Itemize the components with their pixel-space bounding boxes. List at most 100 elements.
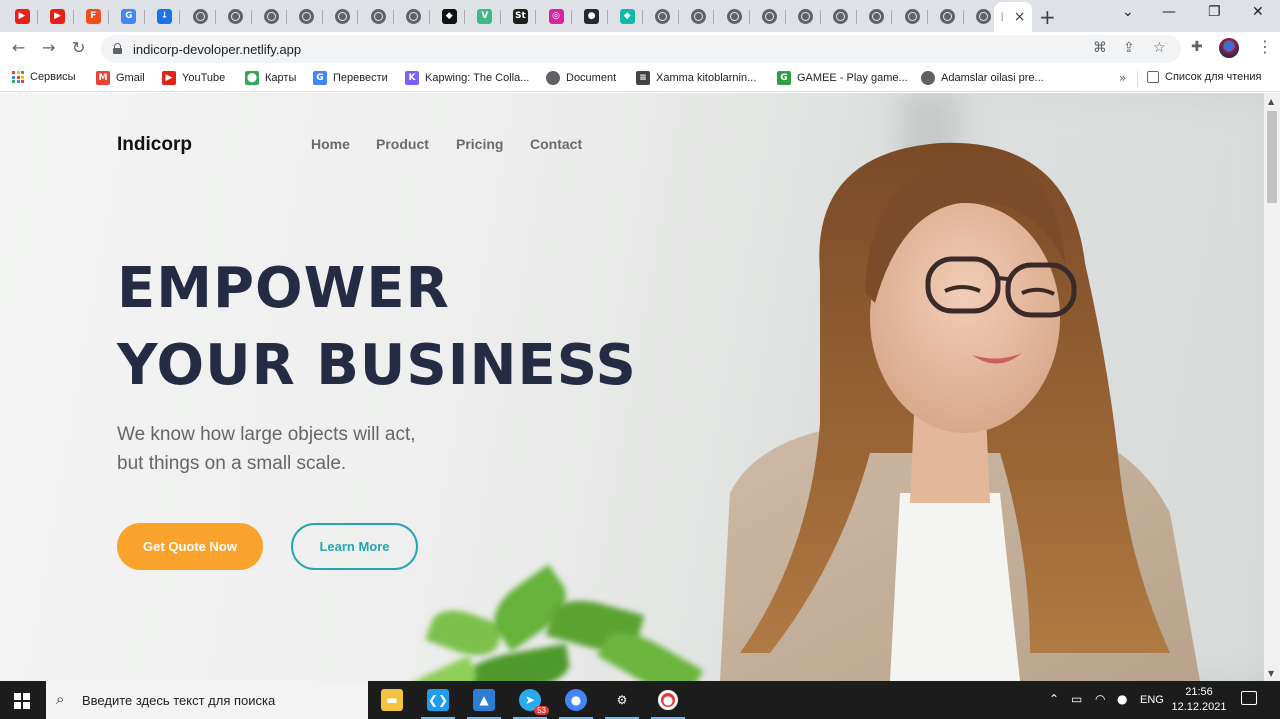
taskbar-app[interactable]: ▲ [461, 681, 507, 719]
minimize-button[interactable]: — [1162, 4, 1176, 20]
bookmark-item[interactable]: Сервисы [12, 71, 76, 83]
browser-tab[interactable]: V [469, 3, 501, 29]
browser-tab[interactable] [326, 3, 359, 29]
url-text[interactable]: indicorp-devoloper.netlify.app [133, 42, 301, 57]
bookmark-item[interactable]: Adamslar oilasi pre... [921, 71, 1044, 85]
bookmark-item[interactable]: G GAMEE - Play game... [777, 71, 908, 85]
profile-avatar[interactable] [1219, 38, 1239, 58]
browser-tab[interactable]: ↓ [148, 3, 181, 29]
taskbar-app[interactable]: ▬ [369, 681, 415, 719]
tab-search-dropdown-icon[interactable]: ⌄ [1122, 4, 1134, 20]
browser-tab[interactable]: ◎ [540, 3, 572, 29]
nav-link-contact[interactable]: Contact [530, 136, 582, 152]
nav-link-home[interactable]: Home [311, 136, 350, 152]
close-tab-icon[interactable]: × [1014, 9, 1026, 25]
close-window-button[interactable]: ✕ [1252, 4, 1264, 20]
bookmark-item[interactable]: K Kapwing: The Colla... [405, 71, 529, 85]
taskbar-app[interactable]: ⚙ [599, 681, 645, 719]
globe-icon [228, 8, 244, 24]
browser-tab[interactable] [220, 3, 252, 29]
browser-tab[interactable] [718, 3, 750, 29]
new-tab-button[interactable]: + [1039, 5, 1056, 29]
browser-tab[interactable]: ● [576, 3, 608, 29]
browser-tab[interactable]: G [113, 3, 145, 29]
browser-menu-icon[interactable]: ⋮ [1257, 37, 1273, 56]
browser-tab[interactable]: ◆ [611, 3, 644, 29]
taskbar-clock[interactable]: 21:56 12.12.2021 [1170, 685, 1228, 715]
bookmarks-overflow-button[interactable]: » [1119, 71, 1126, 85]
bookmark-item[interactable]: M Gmail [96, 71, 145, 85]
forward-arrow-icon[interactable]: → [42, 38, 55, 57]
browser-tab[interactable] [825, 3, 857, 29]
browser-tab[interactable] [896, 3, 928, 29]
browser-tab[interactable] [789, 3, 822, 29]
address-bar[interactable]: indicorp-devoloper.netlify.app ⌘ ⇪ ☆ [101, 35, 1181, 63]
browser-tab[interactable] [255, 3, 288, 29]
battery-icon[interactable]: ▭ [1071, 692, 1082, 706]
browser-tab[interactable] [184, 3, 216, 29]
windows-start-icon[interactable] [14, 693, 30, 709]
tab-separator [464, 10, 466, 24]
wifi-icon[interactable]: ◠ [1095, 692, 1105, 706]
notification-center-icon[interactable] [1241, 691, 1257, 705]
bookmark-item[interactable]: ≡ Xamma kitoblarnin... [636, 71, 756, 85]
browser-tab[interactable]: ▶ [6, 3, 38, 29]
tab-separator [108, 10, 110, 24]
browser-tab[interactable] [754, 3, 786, 29]
scroll-up-arrow-icon[interactable]: ▲ [1268, 97, 1274, 106]
browser-tab[interactable] [362, 3, 394, 29]
language-indicator[interactable]: ENG [1140, 694, 1164, 706]
learn-more-button[interactable]: Learn More [291, 523, 418, 570]
browser-tab[interactable] [291, 3, 323, 29]
share-icon[interactable]: ⇪ [1123, 40, 1135, 56]
globe-icon [406, 8, 422, 24]
site-logo[interactable]: Indicorp [117, 134, 192, 156]
tab-separator [179, 10, 181, 24]
back-arrow-icon[interactable]: ← [12, 38, 25, 57]
browser-tab[interactable] [682, 3, 715, 29]
taskbar-app[interactable]: ● [553, 681, 599, 719]
maximize-button[interactable]: ❐ [1208, 4, 1221, 20]
extensions-puzzle-icon[interactable]: ✚ [1191, 39, 1203, 55]
bookmark-item[interactable]: ⬤ Карты [245, 71, 296, 85]
taskbar-search-box[interactable]: ⌕ Введите здесь текст для поиска [46, 681, 368, 719]
globe-icon [546, 71, 560, 85]
clock-time: 21:56 [1185, 686, 1213, 698]
browser-tab[interactable]: ◆ [433, 3, 466, 29]
taskbar-search-placeholder[interactable]: Введите здесь текст для поиска [82, 693, 275, 708]
bookmark-star-icon[interactable]: ☆ [1153, 40, 1166, 56]
nav-link-product[interactable]: Product [376, 136, 429, 152]
reading-list-button[interactable]: Список для чтения [1147, 71, 1261, 83]
browser-tab[interactable]: ▶ [42, 3, 74, 29]
tray-overflow-chevron-icon[interactable]: ⌃ [1049, 692, 1059, 706]
chrome-icon: ● [565, 689, 587, 711]
lock-icon[interactable] [113, 43, 122, 54]
browser-tab[interactable] [932, 3, 964, 29]
browser-tab[interactable] [647, 3, 679, 29]
sololearn-icon: St [512, 8, 528, 24]
bookmark-label: Сервисы [30, 71, 76, 83]
browser-tab[interactable]: St [504, 3, 537, 29]
browser-tab[interactable] [398, 3, 430, 29]
translate-page-icon[interactable]: ⌘ [1093, 40, 1107, 56]
scroll-thumb[interactable] [1267, 111, 1277, 203]
bookmark-item[interactable]: Document [546, 71, 616, 85]
active-browser-tab[interactable]: I × [994, 2, 1032, 32]
taskbar-app[interactable]: ❮❯ [415, 681, 461, 719]
microphone-icon[interactable]: ● [1117, 692, 1127, 706]
bookmark-item[interactable]: ▶ YouTube [162, 71, 225, 85]
taskbar-app[interactable]: ● [645, 681, 691, 719]
bookmark-item[interactable]: G Перевести [313, 71, 388, 85]
browser-tab[interactable]: F [77, 3, 110, 29]
page-scrollbar[interactable]: ▲ ▼ [1264, 93, 1280, 681]
scroll-down-arrow-icon[interactable]: ▼ [1268, 669, 1274, 678]
bookmark-label: Adamslar oilasi pre... [941, 72, 1044, 84]
taskbar-app[interactable]: ➤ 53 [507, 681, 553, 719]
tab-separator [606, 10, 608, 24]
reload-icon[interactable]: ↻ [72, 38, 85, 57]
get-quote-button[interactable]: Get Quote Now [117, 523, 263, 570]
browser-tab[interactable] [860, 3, 893, 29]
nav-link-pricing[interactable]: Pricing [456, 136, 503, 152]
tab-separator [143, 10, 145, 24]
tab-separator [820, 10, 822, 24]
